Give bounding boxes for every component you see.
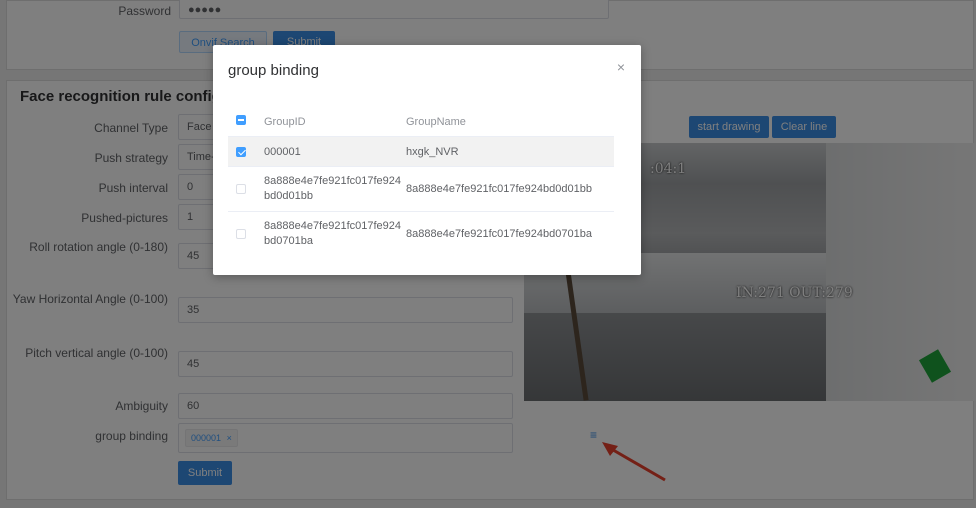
table-header: GroupID GroupName [228, 107, 614, 137]
table-row[interactable]: 8a888e4e7fe921fc017fe924bd0d01bb 8a888e4… [228, 167, 614, 212]
select-all-checkbox[interactable] [236, 115, 246, 125]
row-checkbox[interactable] [236, 229, 246, 239]
group-id-cell: 8a888e4e7fe921fc017fe924bd0d01bb [264, 175, 402, 202]
groupname-header: GroupName [406, 116, 466, 128]
table-row[interactable]: 000001 hxgk_NVR [228, 137, 614, 167]
close-icon[interactable]: × [617, 59, 625, 75]
table-row[interactable]: 8a888e4e7fe921fc017fe924bd0701ba 8a888e4… [228, 212, 614, 257]
group-id-cell: 8a888e4e7fe921fc017fe924bd0701ba [264, 220, 402, 247]
row-checkbox[interactable] [236, 147, 246, 157]
group-table: GroupID GroupName 000001 hxgk_NVR 8a888e… [228, 107, 614, 257]
group-name-cell: hxgk_NVR [406, 146, 459, 158]
group-id-cell: 000001 [264, 146, 301, 158]
row-checkbox[interactable] [236, 184, 246, 194]
group-name-cell: 8a888e4e7fe921fc017fe924bd0701ba [406, 228, 592, 240]
groupid-header: GroupID [264, 116, 306, 128]
group-name-cell: 8a888e4e7fe921fc017fe924bd0d01bb [406, 183, 592, 195]
group-binding-dialog: group binding × GroupID GroupName 000001… [213, 45, 641, 275]
dialog-title: group binding [228, 62, 319, 79]
